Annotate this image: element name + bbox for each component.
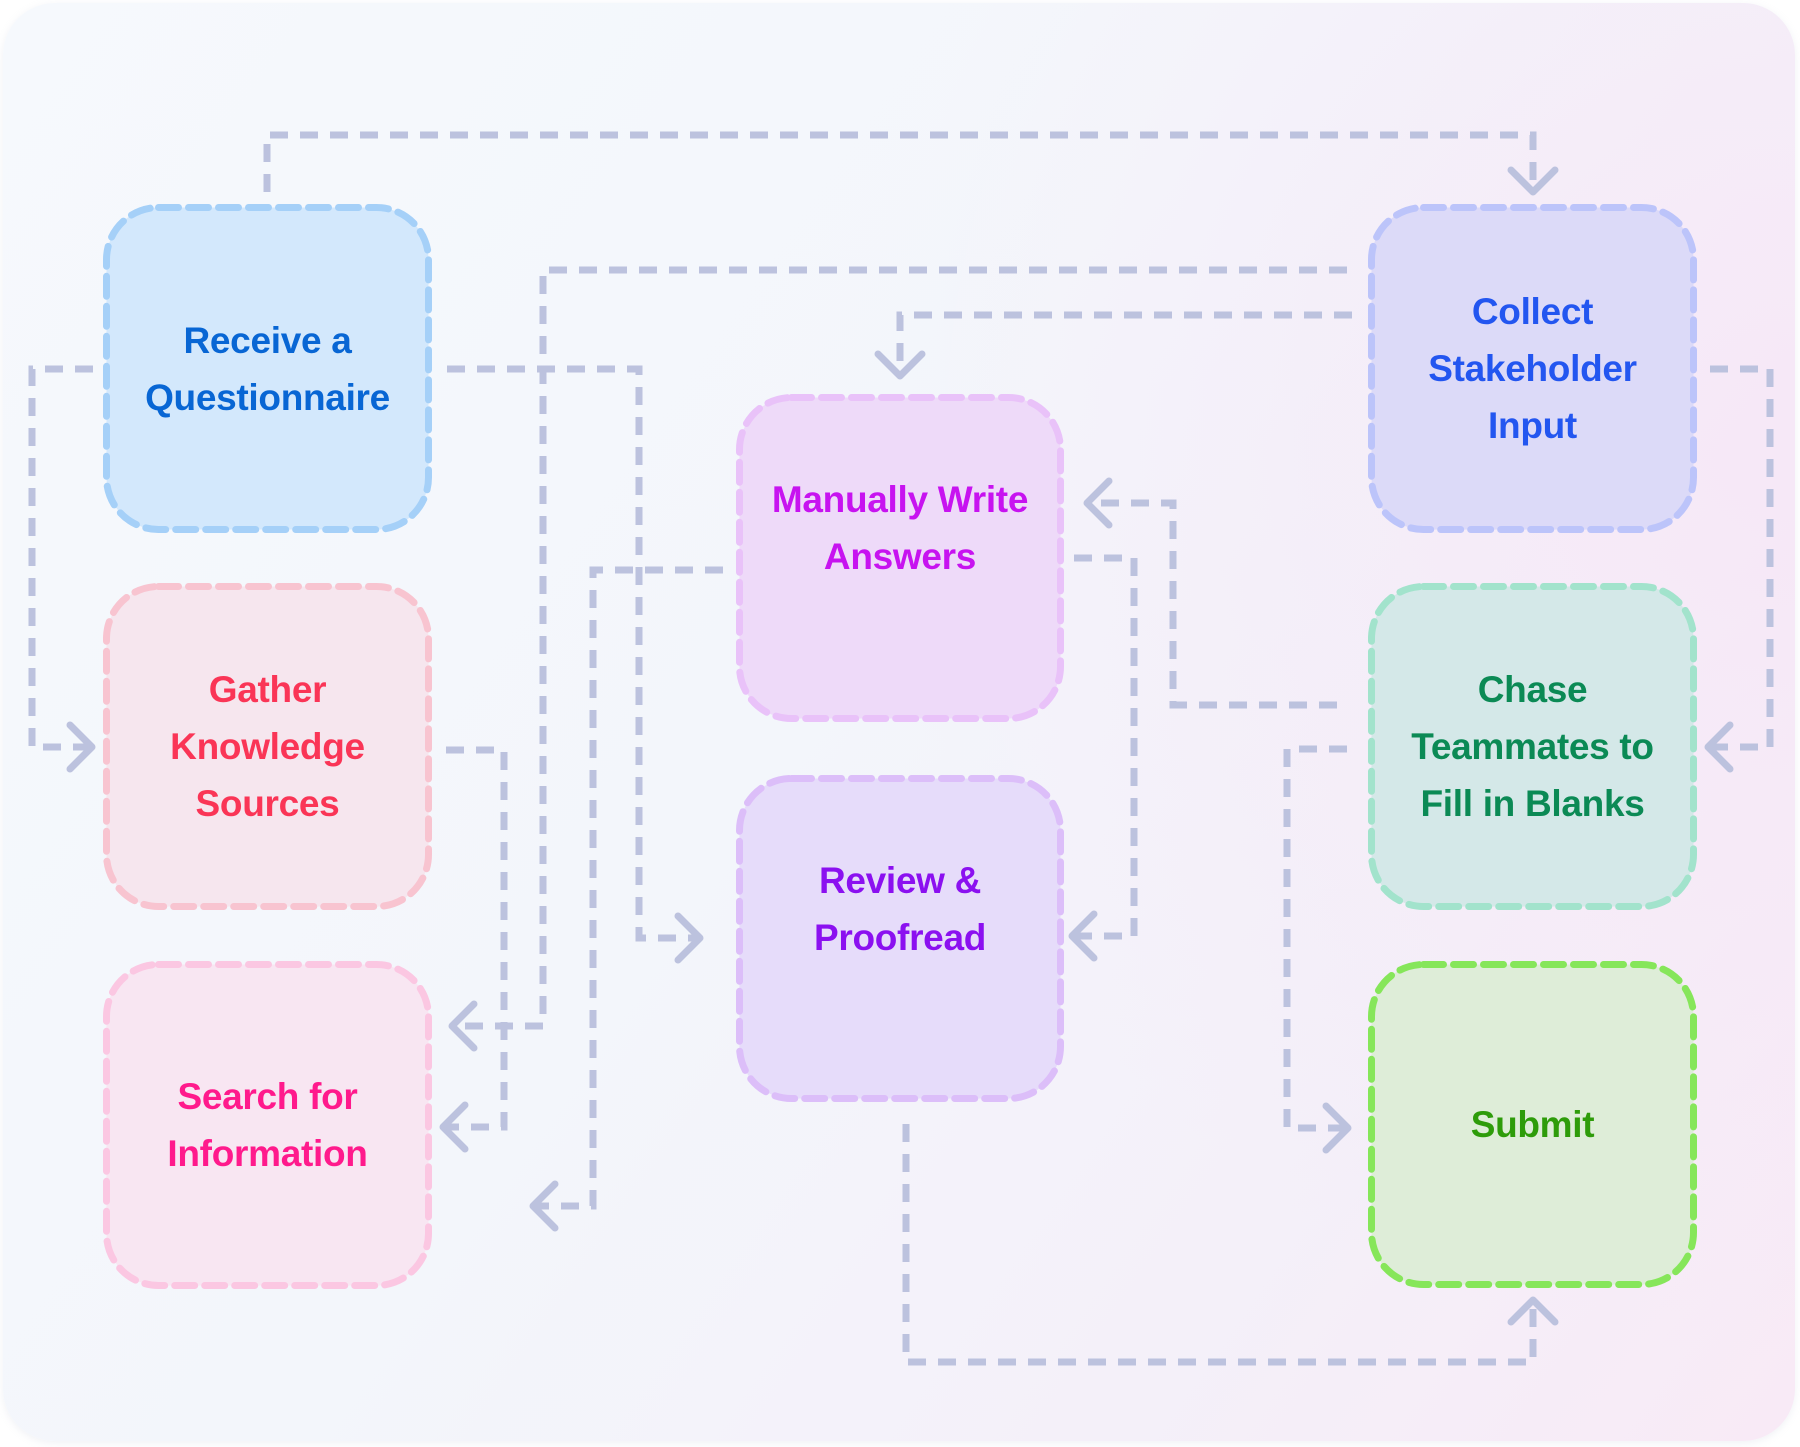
node-label: Submit [1470,1104,1595,1145]
node-manually-write-answers[interactable]: Manually Write Answers [736,394,1064,722]
connector-line [28,365,93,751]
connector-line [1708,365,1774,751]
connector-line [443,746,508,1131]
node-gather-knowledge-sources[interactable]: Gather Knowledge Sources [103,583,432,910]
connector-gather-to-search [439,746,508,1153]
node-label: Search for Information [167,1076,368,1174]
connector-line [1087,499,1337,709]
node-submit[interactable]: Submit [1368,961,1697,1288]
connector-collect-to-chase [1704,365,1774,773]
node-collect-stakeholder-input[interactable]: Collect Stakeholder Input [1368,204,1697,533]
node-label: Collect Stakeholder Input [1428,291,1637,446]
node-label: Manually Write Answers [771,479,1029,577]
connector-line [447,365,700,942]
connector-chase-to-manually [1083,477,1337,709]
connector-line [533,566,723,1210]
node-search-for-information[interactable]: Search for Information [103,961,432,1289]
connector-manually-to-review [1068,554,1138,962]
connector-line [1283,745,1348,1132]
node-review-proofread[interactable]: Review & Proofread [736,775,1064,1102]
connector-manually-to-search [529,566,723,1232]
connector-line [896,311,1352,376]
connector-line [1072,554,1138,940]
node-receive-questionnaire[interactable]: Receive a Questionnaire [103,204,432,533]
connector-receive-to-review [447,365,704,964]
node-label: Receive a Questionnaire [145,319,390,418]
connector-collect-to-manually [874,311,1352,380]
node-chase-teammates[interactable]: Chase Teammates to Fill in Blanks [1368,583,1697,910]
node-label: Gather Knowledge Sources [170,669,365,824]
connector-line [263,131,1537,192]
node-label: Review & Proofread [813,859,987,958]
connector-chase-to-submit [1283,745,1352,1154]
connector-receive-to-collect [263,131,1559,196]
node-label: Chase Teammates to Fill in Blanks [1411,669,1654,824]
connector-receive-to-gather [28,365,96,773]
